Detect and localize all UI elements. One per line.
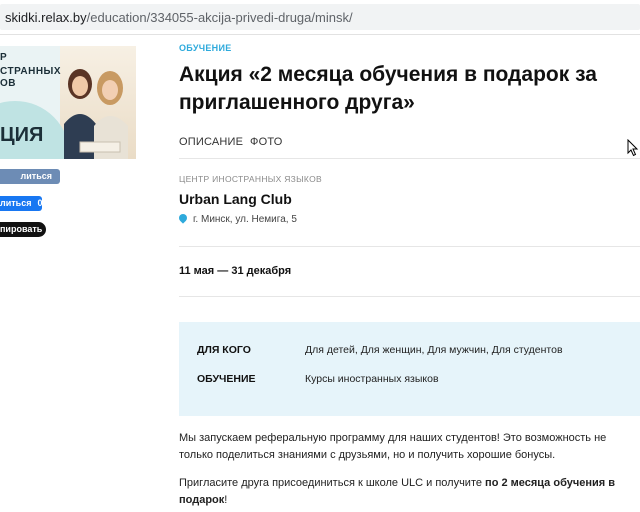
- copy-link-label: пировать: [0, 224, 43, 234]
- browser-address-bar: skidki.relax.by/education/334055-akcija-…: [0, 0, 640, 35]
- info-value-audience: Для детей, Для женщин, Для мужчин, Для с…: [305, 344, 563, 356]
- para2-end: !: [224, 494, 228, 506]
- info-label-education: ОБУЧЕНИЕ: [197, 373, 256, 385]
- address-text: г. Минск, ул. Немига, 5: [193, 214, 297, 225]
- url-host: skidki.relax.by: [5, 10, 87, 25]
- share-vk-label: литься: [20, 171, 52, 181]
- description-paragraph-2: Пригласите друга присоединиться к школе …: [179, 475, 637, 509]
- share-vk-button[interactable]: литься: [0, 169, 60, 184]
- share-fb-count: 0: [37, 198, 43, 208]
- para2-start: Пригласите друга присоединиться к школе …: [179, 477, 486, 489]
- location-pin-icon: [177, 212, 189, 224]
- share-facebook-button[interactable]: литься 0: [0, 196, 42, 211]
- divider: [179, 246, 640, 247]
- share-fb-label: литься: [0, 198, 32, 208]
- promo-text-line3: ОВ: [0, 78, 16, 89]
- promo-text-line2: СТРАННЫХ: [0, 66, 61, 77]
- tab-photo[interactable]: ФОТО: [250, 136, 283, 148]
- promo-text-line1: Р: [0, 52, 8, 63]
- page-title: Акция «2 месяца обучения в подарок за пр…: [179, 63, 597, 114]
- students-photo: [64, 69, 128, 159]
- description-paragraph-1: Мы запускаем реферальную программу для н…: [179, 432, 607, 461]
- organization-address[interactable]: г. Минск, ул. Немига, 5: [177, 212, 297, 225]
- url-path: /education/334055-akcija-privedi-druga/m…: [86, 10, 353, 25]
- promo-image[interactable]: Р СТРАННЫХ ОВ ЦИЯ: [0, 46, 136, 159]
- url-text: skidki.relax.by/education/334055-akcija-…: [5, 10, 353, 25]
- tab-description[interactable]: ОПИСАНИЕ: [179, 136, 243, 148]
- organization-category[interactable]: ЦЕНТР ИНОСТРАННЫХ ЯЗЫКОВ: [179, 174, 322, 184]
- article-category[interactable]: ОБУЧЕНИЕ: [179, 43, 232, 53]
- divider: [179, 296, 640, 297]
- promo-dates: 11 мая — 31 декабря: [179, 265, 292, 277]
- organization-name[interactable]: Urban Lang Club: [179, 191, 292, 207]
- promo-text-big: ЦИЯ: [0, 124, 44, 146]
- divider: [179, 158, 640, 159]
- mouse-cursor-icon: [627, 139, 639, 157]
- info-label-audience: ДЛЯ КОГО: [197, 344, 251, 356]
- info-box: ДЛЯ КОГО Для детей, Для женщин, Для мужч…: [179, 322, 640, 416]
- copy-link-button[interactable]: пировать: [0, 222, 46, 237]
- info-value-education: Курсы иностранных языков: [305, 373, 439, 385]
- url-field[interactable]: skidki.relax.by/education/334055-akcija-…: [0, 4, 640, 30]
